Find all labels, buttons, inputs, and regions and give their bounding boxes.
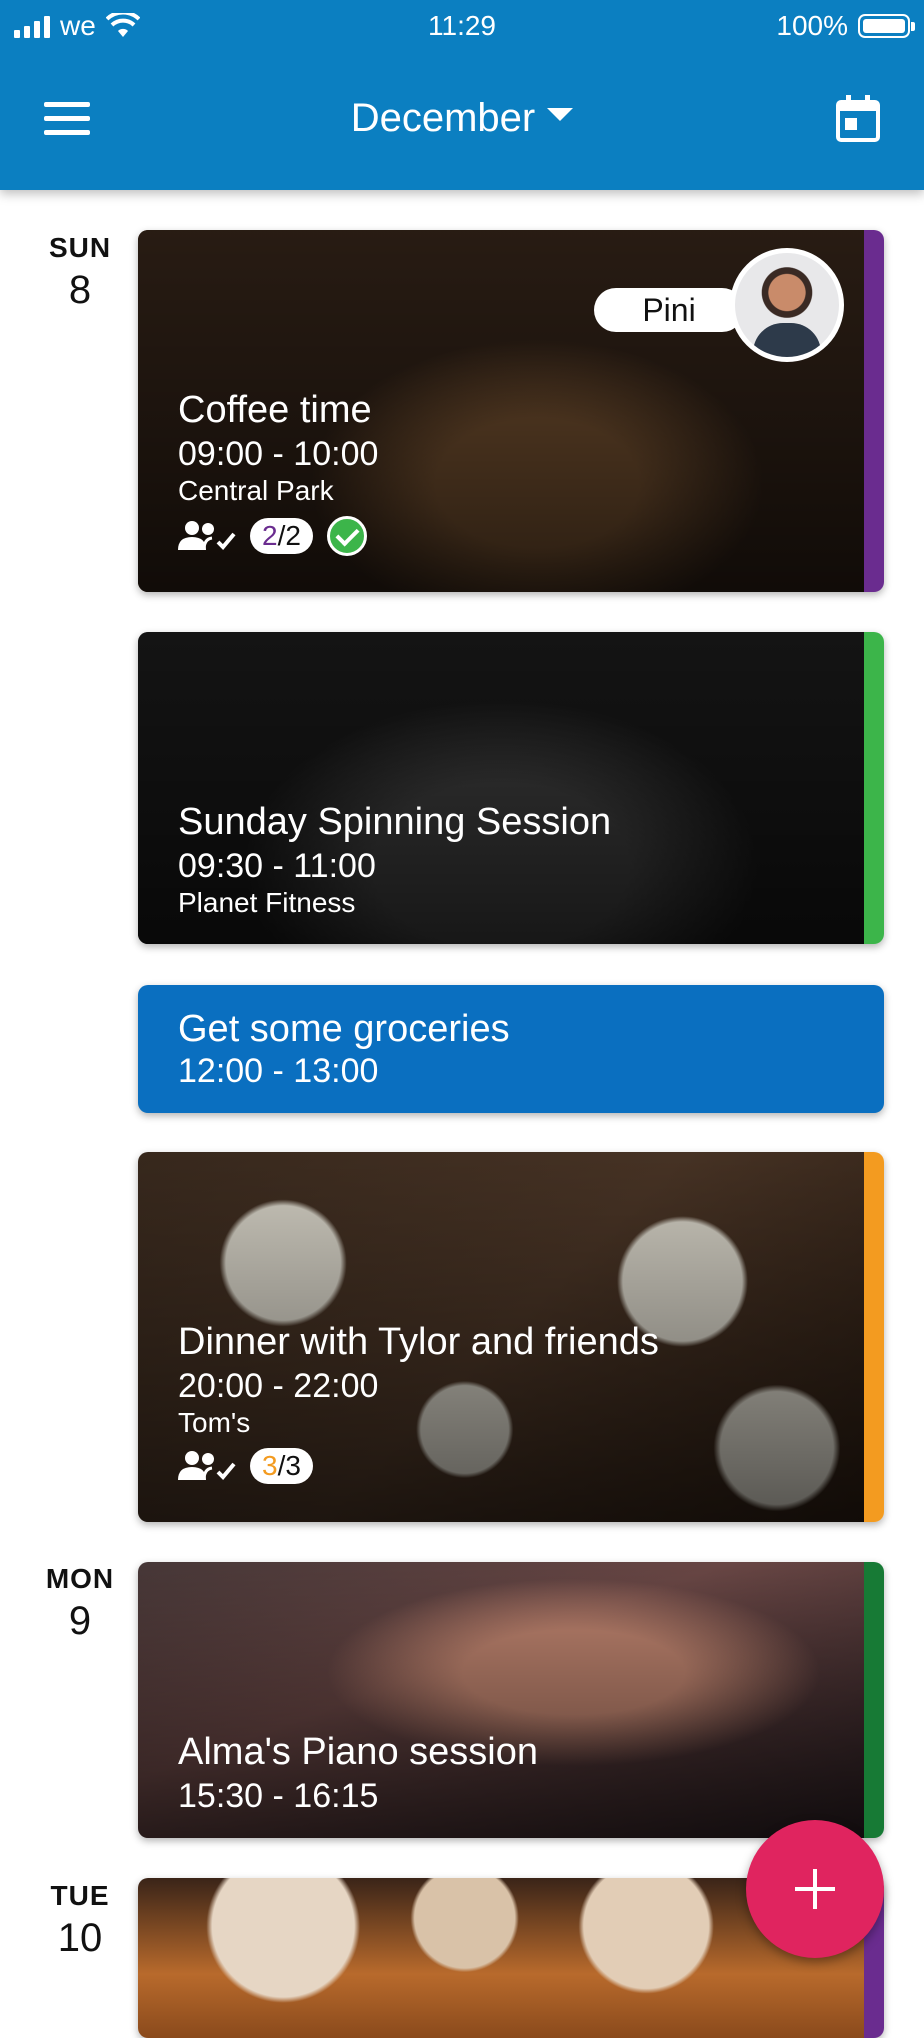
event-time: 09:00 - 10:00 <box>178 435 379 473</box>
event-location: Planet Fitness <box>178 887 356 918</box>
event-card-spinning[interactable]: Sunday Spinning Session 09:30 - 11:00 Pl… <box>138 632 884 944</box>
day-number: 8 <box>68 268 92 312</box>
event-time: 09:30 - 11:00 <box>178 847 376 885</box>
event-time: 12:00 - 13:00 <box>178 1052 379 1090</box>
app-bar: we 11:29 100% December <box>0 0 924 190</box>
event-title: Sunday Spinning Session <box>178 801 612 843</box>
day-label-tue: TUE 10 <box>30 1880 130 1961</box>
day-number: 9 <box>68 1599 92 1643</box>
month-label: December <box>350 96 536 140</box>
day-of-week: SUN <box>48 232 112 263</box>
day-label-mon: MON 9 <box>30 1563 130 1644</box>
attendees-count: 2/2 <box>250 518 313 554</box>
event-title: Dinner with Tylor and friends <box>178 1321 659 1363</box>
attendees-total: /2 <box>277 520 301 551</box>
event-color-stripe <box>864 632 884 944</box>
event-title: Coffee time <box>178 389 372 431</box>
status-bar: we 11:29 100% <box>0 0 924 56</box>
day-number: 10 <box>57 1916 103 1960</box>
add-event-button[interactable] <box>746 1820 884 1958</box>
attendees-going: 2 <box>262 520 278 551</box>
event-location: Central Park <box>178 475 334 506</box>
attendees-total: /3 <box>277 1450 301 1481</box>
event-title: Alma's Piano session <box>178 1731 538 1773</box>
day-of-week: TUE <box>50 1880 110 1911</box>
event-location: Tom's <box>178 1407 251 1438</box>
day-label-sun: SUN 8 <box>30 232 130 313</box>
event-card-piano[interactable]: Alma's Piano session 15:30 - 16:15 <box>138 1562 884 1838</box>
event-color-stripe <box>864 1562 884 1838</box>
attendees-check-icon <box>178 521 236 551</box>
battery-percent: 100% <box>776 10 848 41</box>
event-color-stripe <box>864 1152 884 1522</box>
caret-down-icon <box>547 107 574 121</box>
status-right: 100% <box>776 10 915 42</box>
event-color-stripe <box>864 230 884 592</box>
avatar[interactable] <box>730 248 844 362</box>
attendees-count: 3/3 <box>250 1448 313 1484</box>
attendees-check-icon <box>178 1451 236 1481</box>
event-card-groceries[interactable]: Get some groceries 12:00 - 13:00 <box>138 985 884 1113</box>
month-selector[interactable]: December <box>0 96 924 141</box>
battery-icon <box>858 14 915 38</box>
event-time: 15:30 - 16:15 <box>178 1777 379 1815</box>
attendees-going: 3 <box>262 1450 278 1481</box>
event-title: Get some groceries <box>178 1008 510 1050</box>
day-of-week: MON <box>45 1563 115 1594</box>
owner-name: Pini <box>594 288 744 332</box>
calendar-icon[interactable] <box>836 94 880 142</box>
check-icon <box>326 516 367 556</box>
event-card-dinner[interactable]: Dinner with Tylor and friends 20:00 - 22… <box>138 1152 884 1522</box>
event-time: 20:00 - 22:00 <box>178 1367 379 1405</box>
event-card-coffee[interactable]: Pini Coffee time 09:00 - 10:00 Central P… <box>138 230 884 592</box>
